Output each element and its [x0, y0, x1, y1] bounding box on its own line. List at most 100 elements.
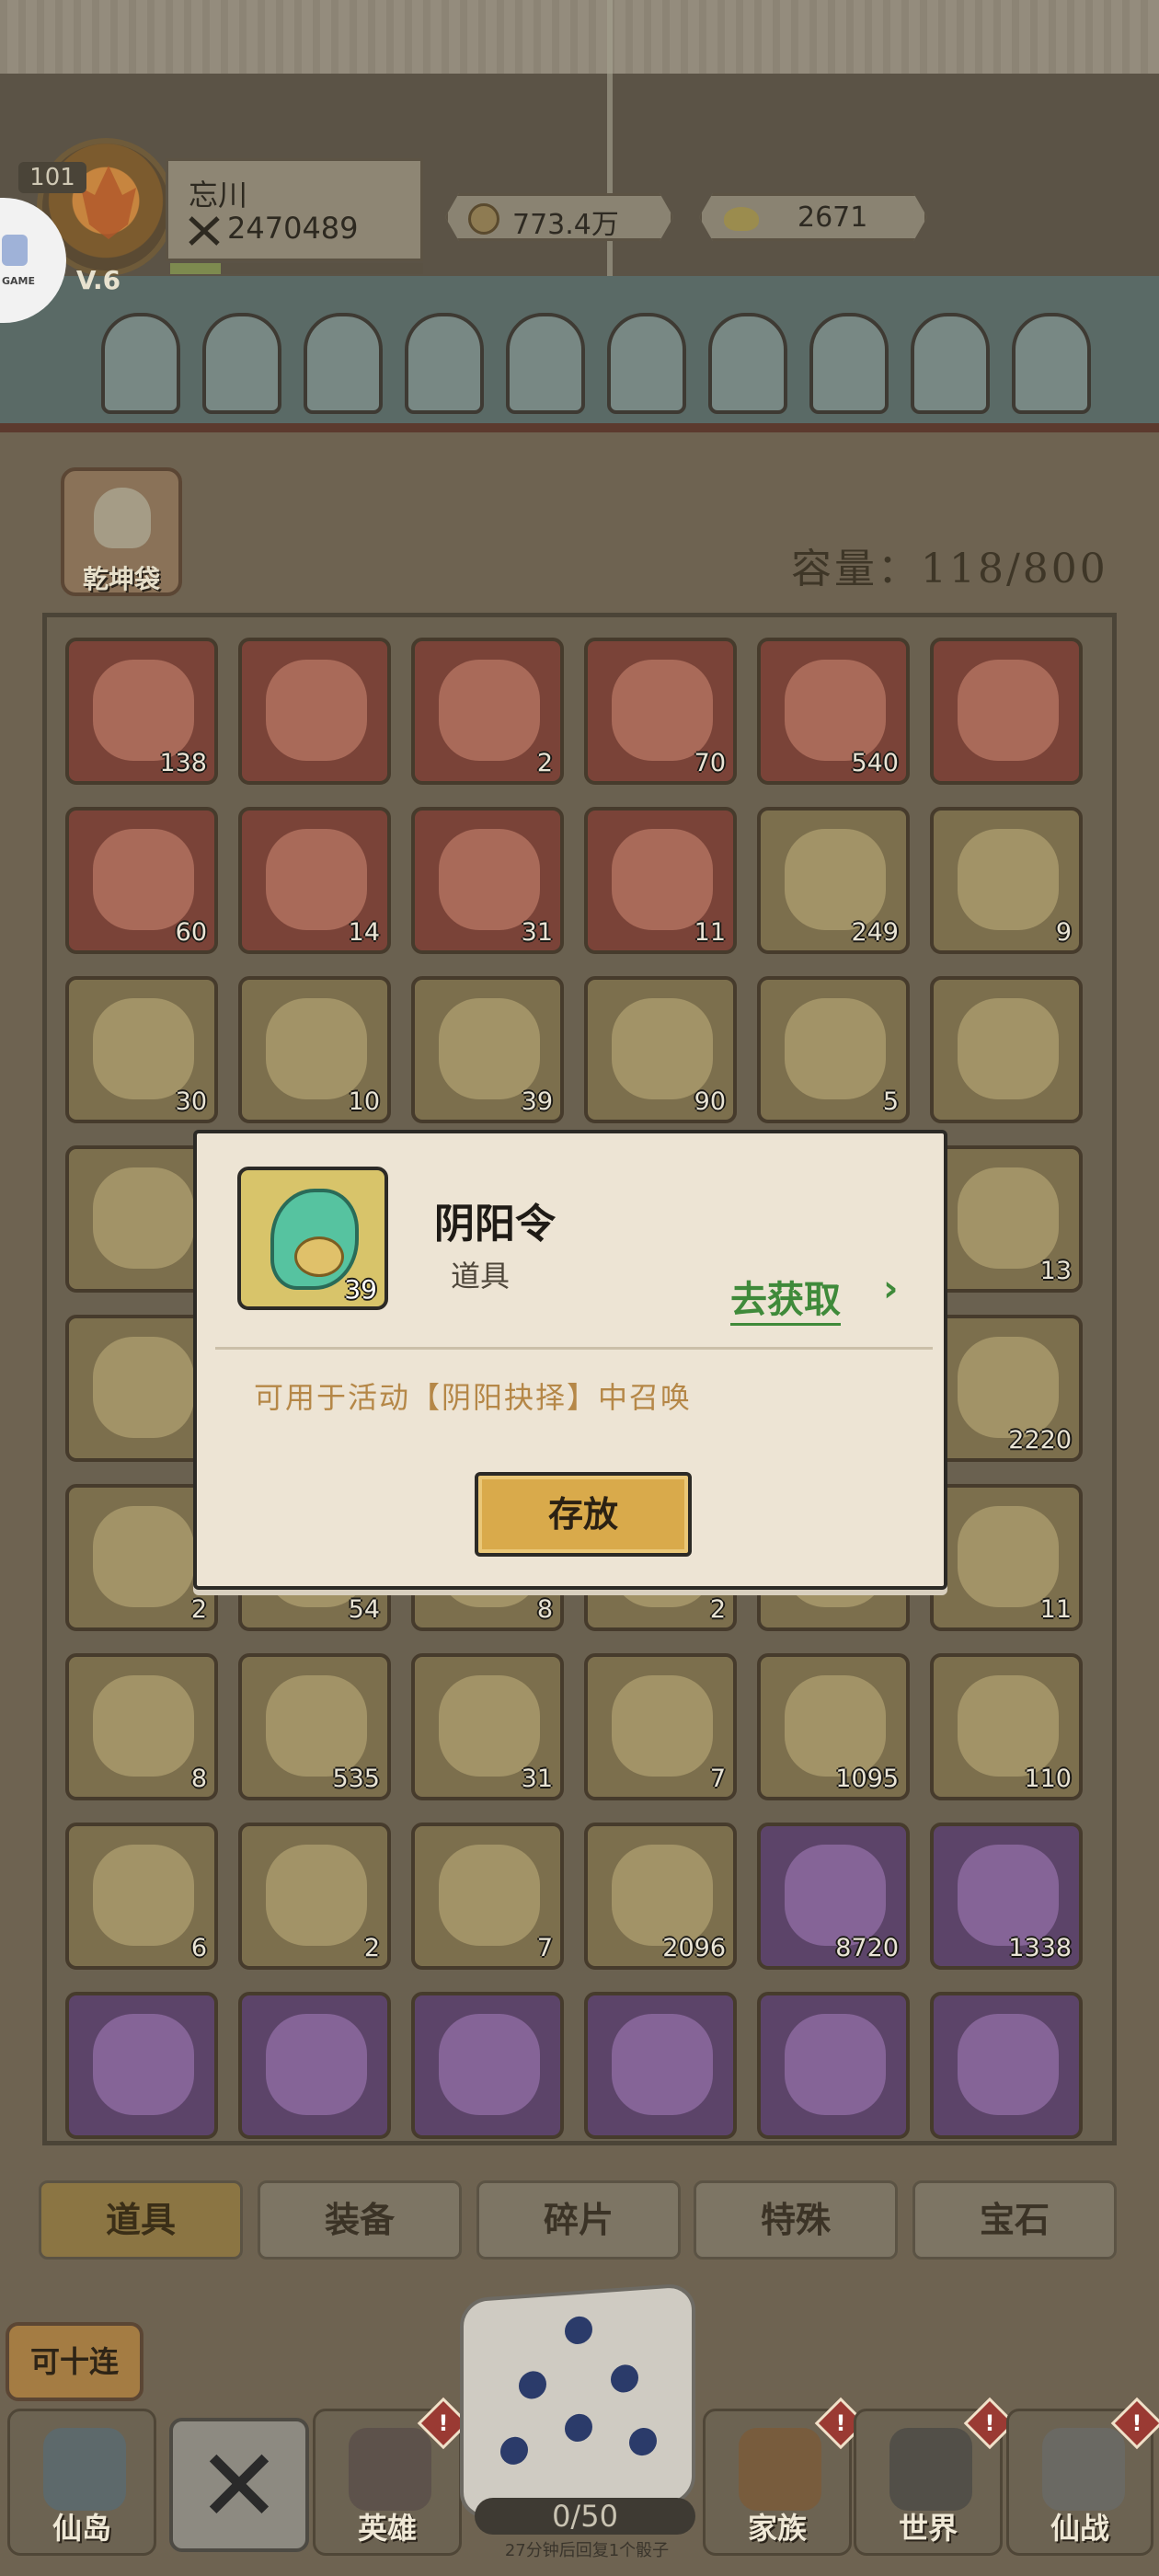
rolled-scroll-icon	[785, 998, 886, 1099]
item-slot[interactable]	[930, 976, 1083, 1123]
item-slot[interactable]: 30	[65, 976, 218, 1123]
item-slot[interactable]: 138	[65, 638, 218, 785]
item-slot[interactable]	[930, 638, 1083, 785]
item-slot[interactable]: 249	[757, 807, 910, 954]
bowl-icon	[93, 1675, 194, 1777]
item-slot[interactable]: 8720	[757, 1823, 910, 1970]
item-slot[interactable]: 540	[757, 638, 910, 785]
item-slot[interactable]: 13	[930, 1145, 1083, 1293]
ingot-resource[interactable]: 2671	[699, 193, 927, 241]
close-button[interactable]: ✕	[169, 2418, 309, 2552]
item-slot[interactable]: 2220	[930, 1315, 1083, 1462]
vip-badge[interactable]: V.6	[57, 262, 140, 299]
item-slot[interactable]: 14	[238, 807, 391, 954]
item-slot[interactable]: 110	[930, 1653, 1083, 1800]
item-slot[interactable]: 7	[584, 1653, 737, 1800]
item-slot[interactable]	[65, 1992, 218, 2139]
tab-special[interactable]: 特殊	[694, 2180, 898, 2260]
roof-tile	[1012, 313, 1091, 414]
item-count: 2	[363, 1934, 380, 1962]
roof-tile	[607, 313, 686, 414]
dice-button[interactable]	[460, 2283, 695, 2520]
gold-chest-icon	[612, 829, 713, 930]
banner-icon	[739, 2428, 821, 2511]
palace-icon	[43, 2428, 126, 2511]
pink-ore-icon	[612, 998, 713, 1099]
nav-label: 家族	[747, 2511, 807, 2546]
item-slot[interactable]: 31	[411, 1653, 564, 1800]
tab-fragments[interactable]: 碎片	[476, 2180, 681, 2260]
chevron-right-icon[interactable]: ›	[883, 1268, 898, 1310]
item-slot[interactable]: 5	[757, 976, 910, 1123]
item-count: 9	[1055, 918, 1072, 947]
item-slot[interactable]: 39	[411, 976, 564, 1123]
item-icon-frame: 39	[237, 1167, 388, 1310]
scroll-icon	[93, 998, 194, 1099]
item-slot[interactable]: 8	[65, 1653, 218, 1800]
tab-items[interactable]: 道具	[39, 2180, 243, 2260]
bag-title: 乾坤袋	[82, 564, 160, 594]
item-slot[interactable]: 535	[238, 1653, 391, 1800]
item-slot[interactable]: 1095	[757, 1653, 910, 1800]
level-badge: 101	[18, 162, 86, 193]
item-slot[interactable]: 2	[411, 638, 564, 785]
item-count: 13	[1039, 1257, 1072, 1285]
item-count: 1095	[835, 1765, 899, 1793]
item-slot[interactable]: 7	[411, 1823, 564, 1970]
item-count: 110	[1024, 1765, 1072, 1793]
item-slot[interactable]: 9	[930, 807, 1083, 954]
item-count: 11	[1039, 1595, 1072, 1624]
item-slot[interactable]	[584, 1992, 737, 2139]
item-slot[interactable]	[238, 638, 391, 785]
yellow-crystal-icon	[785, 2014, 886, 2115]
tab-gems[interactable]: 宝石	[912, 2180, 1117, 2260]
item-slot[interactable]: 70	[584, 638, 737, 785]
item-count: 540	[851, 749, 899, 777]
flask-icon	[439, 1675, 540, 1777]
item-slot[interactable]: 2096	[584, 1823, 737, 1970]
fragment-icon	[958, 829, 1059, 930]
chest-icon	[612, 660, 713, 761]
item-slot[interactable]: 11	[584, 807, 737, 954]
get-source-link[interactable]: 去获取	[730, 1270, 841, 1326]
item-slot[interactable]	[238, 1992, 391, 2139]
item-count: 11	[694, 918, 726, 947]
game-icon	[2, 235, 28, 266]
item-slot[interactable]: 90	[584, 976, 737, 1123]
roof-tile	[506, 313, 585, 414]
store-button[interactable]: 存放	[475, 1472, 692, 1557]
cart-icon	[439, 2014, 540, 2115]
item-slot[interactable]: 1338	[930, 1823, 1083, 1970]
potion-icon	[958, 1506, 1059, 1607]
gem-icon	[958, 660, 1059, 761]
roof-tile	[809, 313, 889, 414]
item-slot[interactable]	[411, 1992, 564, 2139]
item-count: 2	[190, 1595, 207, 1624]
peach-icon	[93, 829, 194, 930]
item-slot[interactable]: 2	[238, 1823, 391, 1970]
purple-mound-icon	[93, 2014, 194, 2115]
item-slot[interactable]	[930, 1992, 1083, 2139]
item-slot[interactable]	[757, 1992, 910, 2139]
item-slot[interactable]: 10	[238, 976, 391, 1123]
item-count: 70	[694, 749, 726, 777]
nav-xiandao[interactable]: 仙岛	[7, 2409, 156, 2556]
item-count: 8	[536, 1595, 553, 1624]
tab-equipment[interactable]: 装备	[258, 2180, 462, 2260]
blocks-icon	[266, 660, 367, 761]
item-slot[interactable]: 31	[411, 807, 564, 954]
item-count: 2220	[1008, 1426, 1072, 1455]
item-count: 31	[521, 1765, 553, 1793]
coin-resource[interactable]: 773.4万	[445, 193, 673, 241]
item-slot[interactable]: 6	[65, 1823, 218, 1970]
ten-roll-button[interactable]: 可十连	[6, 2322, 143, 2401]
item-count: 1338	[1008, 1934, 1072, 1962]
item-count: 6	[190, 1934, 207, 1962]
coin-icon	[468, 203, 499, 235]
item-slot[interactable]: 11	[930, 1484, 1083, 1631]
item-slot[interactable]: 60	[65, 807, 218, 954]
player-info[interactable]: 忘川 2470489	[166, 158, 423, 261]
item-count: 39	[521, 1087, 553, 1116]
bag-capacity: 容量：118/800	[791, 546, 1108, 592]
rune-stone-icon	[958, 2014, 1059, 2115]
